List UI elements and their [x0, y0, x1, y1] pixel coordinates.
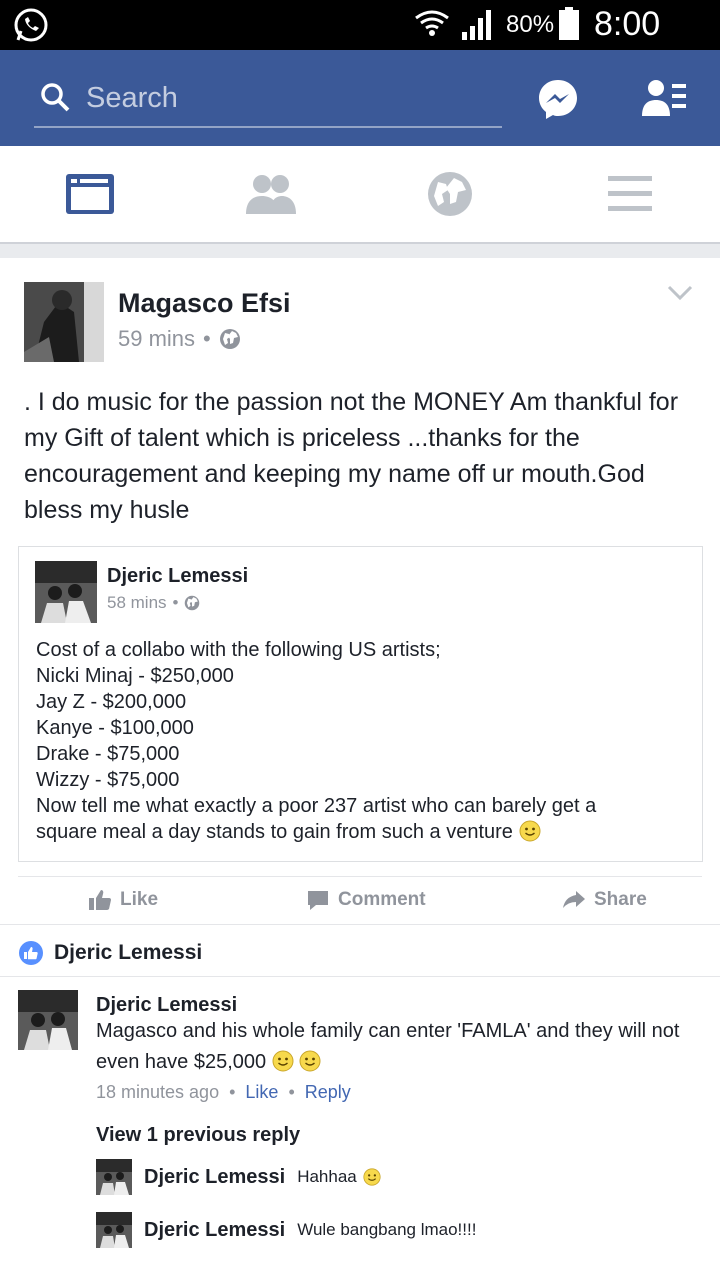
comment-label: Comment [338, 889, 426, 910]
comment-meta: 18 minutes ago • Like • Reply [96, 1082, 351, 1103]
comment-like-link[interactable]: Like [245, 1082, 278, 1103]
post-author-avatar[interactable] [24, 282, 104, 362]
menu-tab-icon[interactable] [600, 168, 660, 220]
comment-body: Magasco and his whole family can enter '… [96, 1020, 680, 1073]
smiley-emoji-icon [519, 820, 540, 842]
shared-line: Drake - $75,000 [36, 743, 180, 765]
search-icon [41, 83, 70, 112]
shared-line: square meal a day stands to gain from su… [36, 821, 513, 843]
reactions-summary[interactable]: Djeric Lemessi [18, 940, 202, 966]
reply-author-avatar[interactable] [96, 1212, 132, 1248]
shared-line-last: square meal a day stands to gain from su… [36, 819, 696, 845]
comment-author-avatar[interactable] [18, 990, 78, 1050]
meta-separator: • [203, 326, 211, 351]
public-globe-icon [219, 329, 240, 349]
reply-author-avatar[interactable] [96, 1159, 132, 1195]
smiley-emoji-icon [272, 1050, 294, 1072]
shared-line: Now tell me what exactly a poor 237 arti… [36, 795, 597, 817]
smiley-emoji-icon [363, 1168, 381, 1186]
smiley-emoji-icon [299, 1050, 321, 1072]
comment-bubble-icon [308, 891, 328, 910]
status-bar: 80% 8:00 PM [0, 0, 720, 82]
friend-requests-icon[interactable] [642, 78, 688, 118]
comment-time: 18 minutes ago [96, 1082, 220, 1102]
feed-separator [0, 242, 720, 258]
shared-line: Jay Z - $200,000 [36, 691, 187, 713]
like-button[interactable]: Like [88, 889, 158, 911]
reactor-name: Djeric Lemessi [54, 941, 203, 964]
meta-dot: • [229, 1082, 236, 1102]
meta-separator: • [172, 593, 179, 612]
shared-line: Kanye - $100,000 [36, 717, 194, 739]
public-globe-icon [185, 595, 200, 611]
news-feed-tab-icon[interactable] [60, 168, 120, 220]
comment-text: Magasco and his whole family can enter '… [96, 1016, 706, 1078]
reply-item: Djeric Lemessi Wule bangbang lmao!!!! [96, 1211, 696, 1249]
tab-bar [0, 146, 720, 242]
search-input[interactable] [86, 78, 486, 118]
shared-author-name[interactable]: Djeric Lemessi [107, 565, 248, 588]
comment-button[interactable]: Comment [306, 889, 426, 911]
whatsapp-icon [14, 8, 48, 42]
reply-author-name[interactable]: Djeric Lemessi [144, 1219, 285, 1242]
reply-item: Djeric Lemessi Hahhaa [96, 1158, 696, 1196]
post-meta: 59 mins • [118, 326, 241, 352]
shared-line: Cost of a collabo with the following US … [36, 639, 441, 661]
battery-icon [559, 7, 579, 40]
wifi-icon [415, 10, 449, 36]
reply-text: Wule bangbang lmao!!!! [297, 1220, 477, 1239]
post-action-bar: Like Comment Share [18, 876, 702, 924]
like-reaction-icon [19, 941, 43, 965]
shared-author-avatar[interactable] [35, 561, 97, 623]
signal-icon [462, 10, 491, 40]
battery-percent: 80% [506, 11, 555, 38]
thumbs-up-icon [89, 890, 111, 910]
post-text: . I do music for the passion not the MON… [24, 388, 679, 524]
meta-dot: • [288, 1082, 295, 1102]
chevron-down-icon[interactable] [666, 284, 694, 302]
share-arrow-icon [563, 891, 585, 908]
view-previous-replies-link[interactable]: View 1 previous reply [96, 1124, 300, 1147]
comment-author-name[interactable]: Djeric Lemessi [96, 994, 237, 1017]
share-button[interactable]: Share [562, 889, 647, 911]
search-bar[interactable] [34, 74, 502, 128]
top-app-bar [0, 50, 720, 146]
reply-author-name[interactable]: Djeric Lemessi [144, 1166, 285, 1189]
shared-post[interactable]: Djeric Lemessi 58 mins • Cost of a colla… [18, 546, 703, 862]
divider [0, 924, 720, 925]
friends-tab-icon[interactable] [240, 168, 300, 220]
shared-meta: 58 mins • [107, 593, 200, 613]
reply-text: Hahhaa [297, 1167, 357, 1186]
shared-time[interactable]: 58 mins [107, 593, 167, 613]
like-label: Like [120, 889, 159, 910]
shared-line: Wizzy - $75,000 [36, 769, 180, 791]
post-time[interactable]: 59 mins [118, 326, 195, 352]
post-author-name[interactable]: Magasco Efsi [118, 288, 291, 319]
shared-post-text: Cost of a collabo with the following US … [36, 637, 696, 845]
messenger-icon[interactable] [536, 77, 580, 121]
shared-line: Nicki Minaj - $250,000 [36, 665, 234, 687]
share-label: Share [594, 889, 647, 910]
notifications-globe-tab-icon[interactable] [420, 168, 480, 220]
divider [0, 976, 720, 977]
comment-reply-link[interactable]: Reply [305, 1082, 351, 1103]
